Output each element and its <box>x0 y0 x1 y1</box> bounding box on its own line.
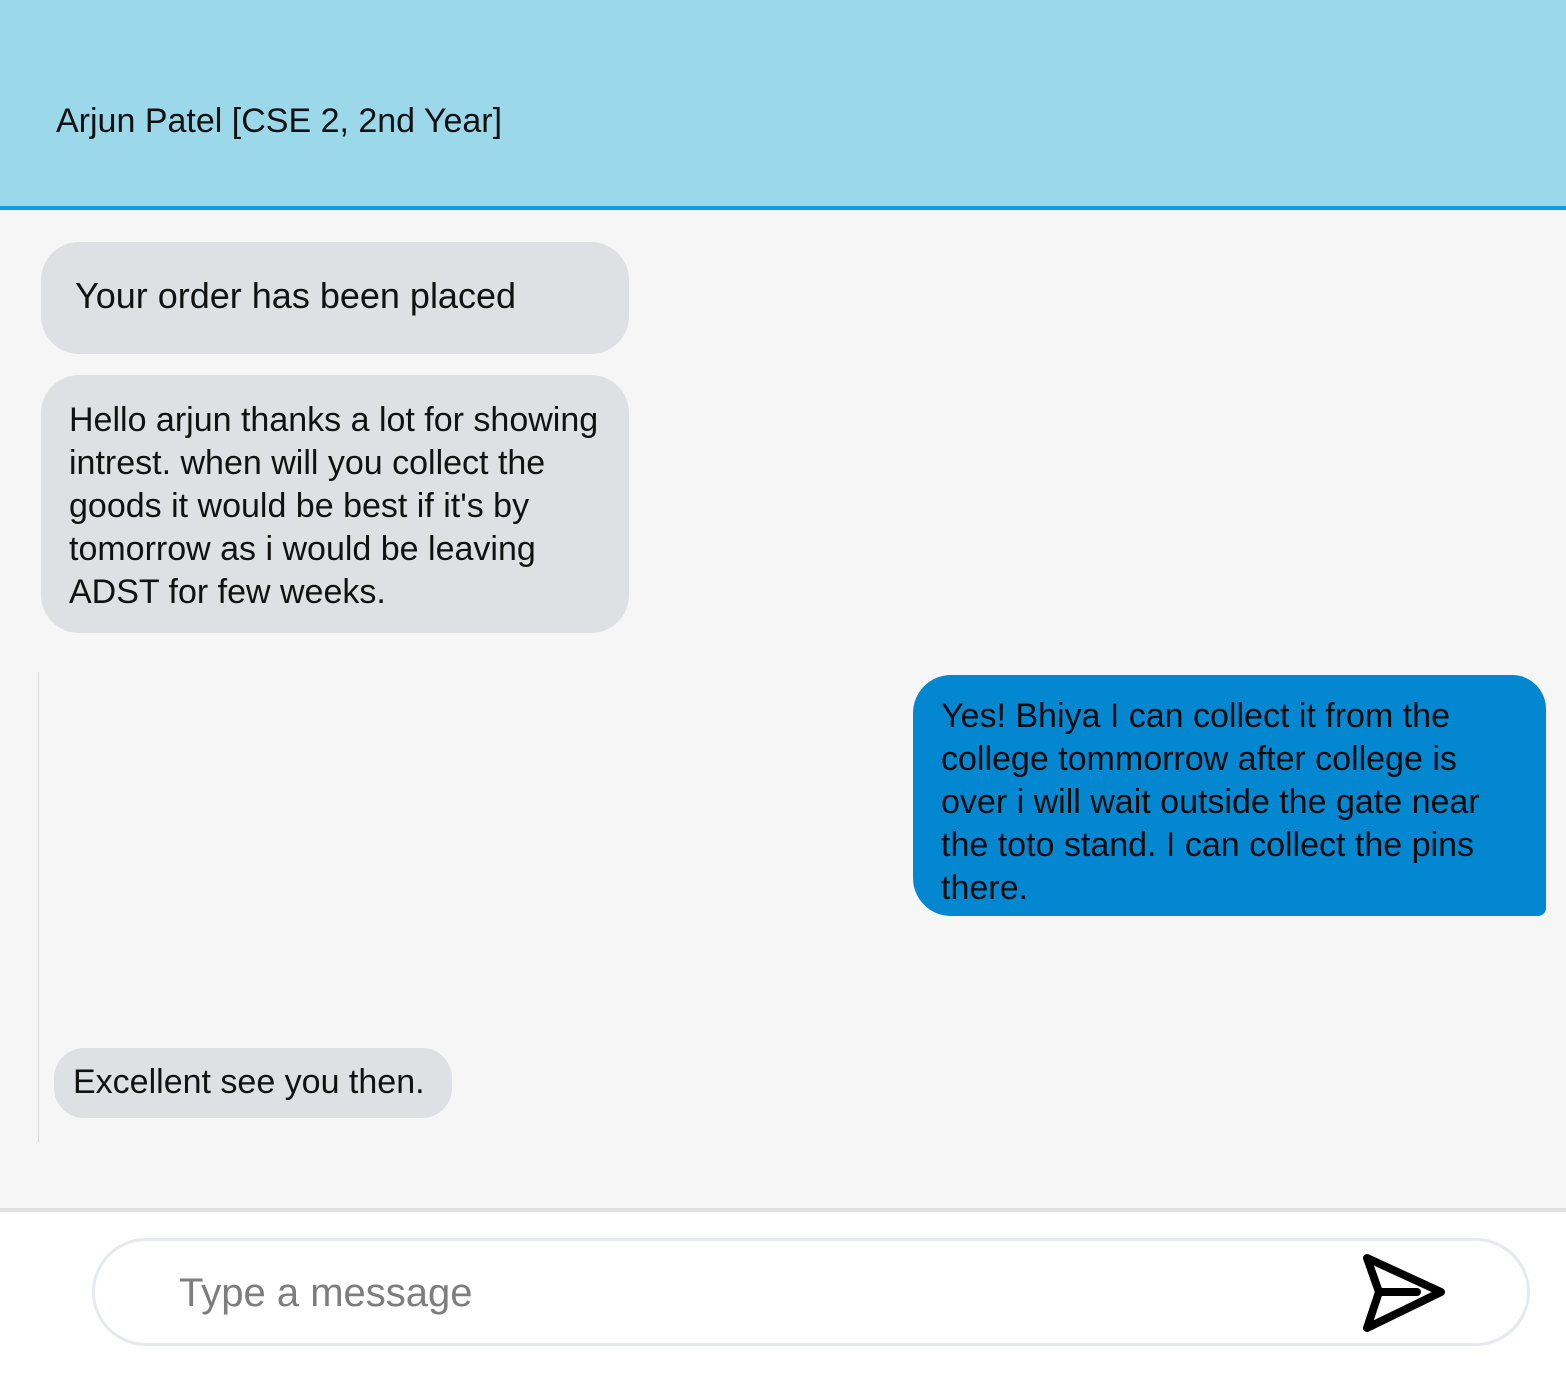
message-text: Your order has been placed <box>75 275 516 316</box>
incoming-message: Your order has been placed <box>41 242 629 354</box>
message-input[interactable] <box>177 1259 1341 1327</box>
outgoing-message: Yes! Bhiya I can collect it from the col… <box>913 675 1546 916</box>
chat-header: Arjun Patel [CSE 2, 2nd Year] <box>0 0 1566 210</box>
incoming-message: Excellent see you then. <box>54 1048 452 1118</box>
message-text: Excellent see you then. <box>73 1063 425 1101</box>
incoming-message: Hello arjun thanks a lot for showing int… <box>41 375 629 633</box>
message-list[interactable]: Your order has been placed Hello arjun t… <box>0 210 1566 1208</box>
composer-bar <box>0 1208 1566 1380</box>
send-icon <box>1363 1254 1445 1332</box>
message-text: Hello arjun thanks a lot for showing int… <box>69 401 599 611</box>
message-input-container[interactable] <box>92 1238 1530 1346</box>
contact-name: Arjun Patel [CSE 2, 2nd Year] <box>56 102 503 140</box>
message-text: Yes! Bhiya I can collect it from the col… <box>941 697 1480 907</box>
divider <box>38 672 39 1142</box>
send-button[interactable] <box>1355 1247 1451 1339</box>
